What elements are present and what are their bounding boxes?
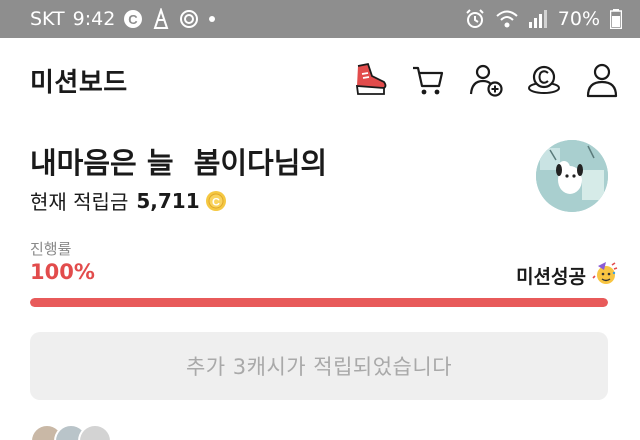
status-bar-left: SKT 9:42 C	[30, 0, 217, 38]
participants-row	[30, 424, 112, 440]
mission-status-label: 미션성공	[516, 266, 586, 288]
time-label: 9:42	[72, 8, 116, 30]
battery-icon	[610, 9, 622, 29]
signal-icon	[528, 10, 548, 28]
cash-coin-icon: C	[205, 190, 227, 212]
status-bar: SKT 9:42 C 70%	[0, 0, 640, 38]
progress-percent: 100%	[30, 260, 95, 284]
battery-percent: 70%	[557, 8, 600, 30]
svg-text:C: C	[212, 196, 220, 208]
party-emoji-icon	[592, 260, 618, 291]
balance-row: 현재 적립금 5,711 C	[30, 186, 227, 215]
wifi-icon	[496, 9, 518, 29]
participant-avatars	[30, 424, 112, 440]
reward-notice: 추가 3캐시가 적립되었습니다	[30, 332, 608, 400]
progress-bar-fill	[30, 298, 608, 307]
app-header: 미션보드	[0, 38, 640, 122]
carrier-label: SKT	[30, 8, 65, 30]
add-friend-icon[interactable]	[466, 60, 506, 100]
status-bar-right: 70%	[464, 0, 622, 38]
cart-icon[interactable]	[408, 60, 448, 100]
balance-amount: 5,711	[136, 188, 200, 213]
progress-label: 진행률	[30, 240, 72, 258]
reward-notice-text: 추가 3캐시가 적립되었습니다	[185, 355, 453, 379]
app-notification-icon	[151, 8, 171, 30]
page-title: 미션보드	[30, 68, 128, 98]
header-actions	[350, 60, 622, 100]
balance-label: 현재 적립금	[30, 190, 129, 214]
progress-bar	[30, 298, 608, 307]
svg-text:C: C	[129, 12, 139, 27]
settings-notification-icon	[179, 9, 199, 29]
more-notifications-icon	[207, 14, 217, 24]
avatar[interactable]	[536, 140, 608, 212]
alarm-icon	[464, 8, 486, 30]
coin-icon[interactable]	[524, 60, 564, 100]
profile-icon[interactable]	[582, 60, 622, 100]
participant-avatar	[78, 424, 112, 440]
shoe-icon[interactable]	[350, 60, 390, 100]
user-name-heading: 내마음은 늘 봄이다님의	[30, 146, 328, 180]
c-notification-icon: C	[123, 9, 143, 29]
mission-status: 미션성공	[516, 260, 618, 291]
